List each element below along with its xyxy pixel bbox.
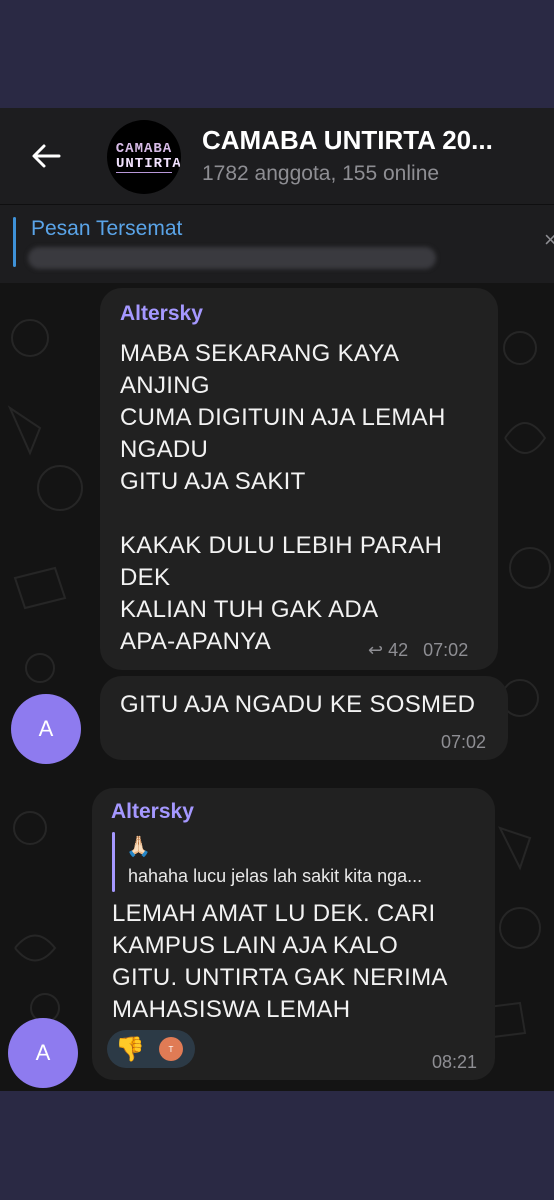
message-bubble[interactable]: Altersky 🙏🏻 hahaha lucu jelas lah sakit … [92,788,495,1080]
message-time: 07:02 [441,732,487,752]
reply-quote-emoji: 🙏🏻 [126,836,151,858]
avatar[interactable]: A [8,1018,78,1088]
avatar[interactable]: A [11,694,81,764]
reaction-user-avatar: T [159,1037,183,1061]
chat-header: CAMABA UNTIRTA CAMABA UNTIRTA 20... 1782… [0,108,554,204]
message-time: 07:02 [423,640,469,660]
group-avatar-line2: UNTIRTA [116,156,181,173]
message-text: LEMAH AMAT LU DEK. CARI KAMPUS LAIN AJA … [112,900,448,1023]
reply-count[interactable]: 42 [388,640,408,660]
arrow-left-icon [32,144,61,168]
back-button[interactable] [26,136,66,176]
reply-arrow-icon: ↩ [368,640,384,660]
message-meta: ↩ 42 07:02 [368,640,468,661]
pinned-message-bar[interactable]: Pesan Tersemat × [0,204,554,283]
reply-quote-text[interactable]: hahaha lucu jelas lah sakit kita nga... [128,866,422,887]
chat-screen: CAMABA UNTIRTA CAMABA UNTIRTA 20... 1782… [0,108,554,1091]
pinned-label: Pesan Tersemat [31,217,183,240]
chat-title[interactable]: CAMABA UNTIRTA 20... [202,125,493,156]
group-avatar[interactable]: CAMABA UNTIRTA [107,120,181,194]
message-time: 08:21 [432,1052,478,1072]
sender-name[interactable]: Altersky [111,800,194,824]
chat-subtitle: 1782 anggota, 155 online [202,162,440,185]
group-avatar-line1: CAMABA [115,141,173,157]
pinned-text-redacted [28,247,436,269]
thumbs-down-icon: 👎 [115,1036,145,1063]
message-bubble[interactable]: Altersky MABA SEKARANG KAYA ANJING CUMA … [100,288,498,670]
message-text: GITU AJA NGADU KE SOSMED [120,691,476,718]
reply-quote-bar [112,832,115,892]
message-bubble[interactable]: GITU AJA NGADU KE SOSMED 07:02 [100,676,508,760]
pinned-accent-bar [13,217,16,267]
reaction-chip[interactable]: 👎 T [107,1030,195,1068]
message-text: MABA SEKARANG KAYA ANJING CUMA DIGITUIN … [120,340,446,655]
sender-name[interactable]: Altersky [120,302,203,326]
close-icon[interactable]: × [544,227,554,253]
